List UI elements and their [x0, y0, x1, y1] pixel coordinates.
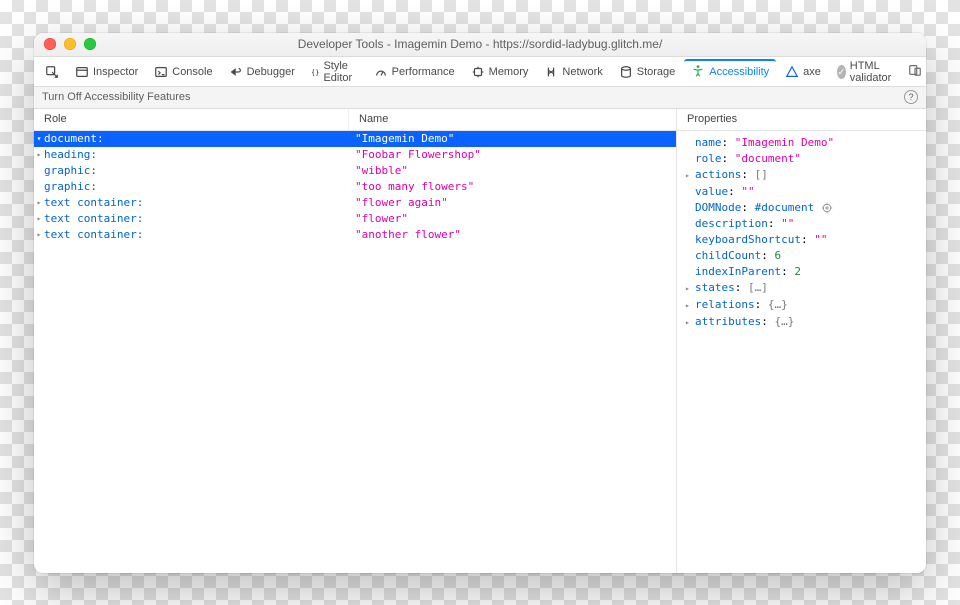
minimize-window-button[interactable] [64, 38, 76, 50]
tab-network-label: Network [562, 66, 602, 78]
tab-axe[interactable]: axe [778, 60, 828, 82]
check-icon: ✓ [837, 65, 846, 79]
twisty-icon[interactable]: ▸ [34, 214, 44, 223]
zoom-window-button[interactable] [84, 38, 96, 50]
tab-axe-label: axe [803, 66, 821, 78]
tab-network[interactable]: Network [537, 60, 609, 82]
tab-memory-label: Memory [489, 66, 529, 78]
tab-accessibility[interactable]: Accessibility [684, 59, 776, 84]
tree-name-label: "another flower" [355, 228, 461, 241]
tab-inspector[interactable]: Inspector [68, 60, 145, 82]
tab-debugger-label: Debugger [247, 66, 295, 78]
tree-row[interactable]: graphic: "wibble" [34, 163, 676, 179]
tree-role-label: text container: [44, 212, 143, 225]
tree-role-label: graphic: [44, 164, 97, 177]
tree-name-label: "flower again" [355, 196, 448, 209]
accessibility-subbar: Turn Off Accessibility Features ? [34, 87, 926, 109]
tree-role-label: document: [44, 132, 104, 145]
accessibility-icon [691, 64, 705, 81]
window-title: Developer Tools - Imagemin Demo - https:… [34, 37, 926, 51]
window-controls [34, 38, 96, 50]
tree-row[interactable]: graphic: "too many flowers" [34, 179, 676, 195]
twisty-icon[interactable]: ▸ [34, 198, 44, 207]
tree-role-label: text container: [44, 196, 143, 209]
responsive-mode-button[interactable] [908, 63, 922, 80]
tree-row[interactable]: ▾document: "Imagemin Demo" [34, 131, 676, 147]
devtools-toolbar: Inspector Console Debugger Style Editor … [34, 57, 926, 87]
twisty-icon[interactable]: ▾ [34, 134, 44, 143]
tab-style-editor-label: Style Editor [323, 60, 357, 84]
node-highlighter-icon[interactable] [821, 202, 833, 214]
tab-debugger[interactable]: Debugger [222, 60, 302, 82]
tree-name-label: "flower" [355, 212, 408, 225]
column-header-role[interactable]: Role [34, 109, 349, 130]
tab-html-validator-label: HTML validator [850, 60, 897, 84]
tree-row[interactable]: ▸text container: "flower" [34, 211, 676, 227]
tree-row[interactable]: ▸text container: "flower again" [34, 195, 676, 211]
tree-row[interactable]: ▸heading: "Foobar Flowershop" [34, 147, 676, 163]
tab-performance-label: Performance [392, 66, 455, 78]
tab-inspector-label: Inspector [93, 66, 138, 78]
close-window-button[interactable] [44, 38, 56, 50]
tab-console-label: Console [172, 66, 212, 78]
tree-row[interactable]: ▸text container: "another flower" [34, 227, 676, 243]
tree-role-label: graphic: [44, 180, 97, 193]
twisty-icon[interactable]: ▸ [34, 150, 44, 159]
tree-role-label: text container: [44, 228, 143, 241]
tab-accessibility-label: Accessibility [709, 66, 769, 78]
titlebar[interactable]: Developer Tools - Imagemin Demo - https:… [34, 33, 926, 57]
tab-storage[interactable]: Storage [612, 60, 683, 82]
tree-name-label: "too many flowers" [355, 180, 474, 193]
column-header-properties[interactable]: Properties [676, 109, 926, 130]
twisty-icon[interactable]: ▸ [34, 230, 44, 239]
accessibility-tree[interactable]: ▾document:"Imagemin Demo"▸heading:"Fooba… [34, 131, 676, 573]
tab-storage-label: Storage [637, 66, 676, 78]
tab-style-editor[interactable]: Style Editor [304, 55, 365, 87]
tab-memory[interactable]: Memory [464, 60, 536, 82]
tab-console[interactable]: Console [147, 60, 219, 82]
tree-name-label: "Imagemin Demo" [355, 132, 454, 145]
column-headers: Role Name Properties [34, 109, 926, 131]
tree-name-label: "Foobar Flowershop" [355, 148, 481, 161]
tree-role-label: heading: [44, 148, 97, 161]
tree-name-label: "wibble" [355, 164, 408, 177]
panel-body: ▾document:"Imagemin Demo"▸heading:"Fooba… [34, 131, 926, 573]
tab-html-validator[interactable]: ✓ HTML validator [830, 55, 904, 87]
devtools-window: Developer Tools - Imagemin Demo - https:… [34, 33, 926, 573]
tab-performance[interactable]: Performance [367, 60, 462, 82]
pick-element-button[interactable] [38, 60, 66, 82]
column-header-name[interactable]: Name [349, 109, 676, 130]
help-icon[interactable]: ? [904, 90, 918, 104]
properties-panel[interactable]: name: "Imagemin Demo" role: "document" ▸… [676, 131, 926, 573]
toggle-accessibility-link[interactable]: Turn Off Accessibility Features [42, 91, 191, 103]
